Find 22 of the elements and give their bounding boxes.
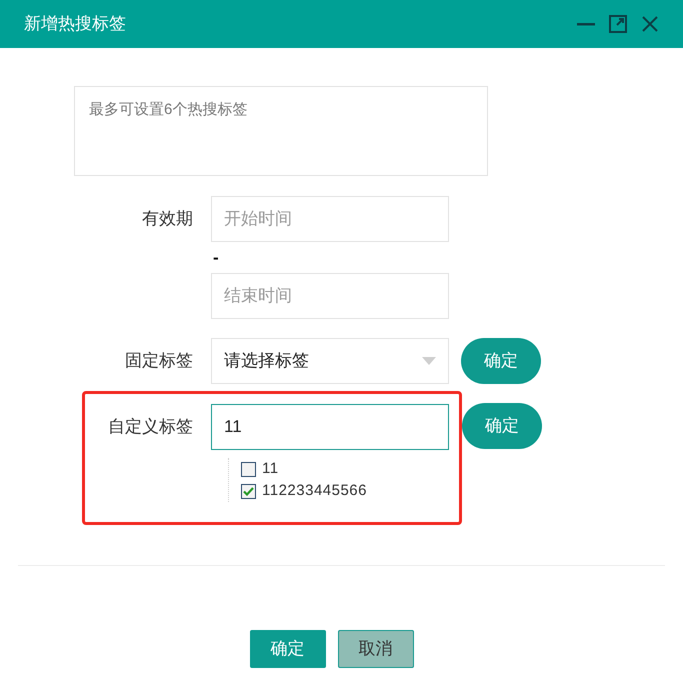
checkbox[interactable] (241, 484, 256, 498)
field-label: 固定标签 (124, 350, 193, 372)
tag-option-label[interactable]: 112233445566 (262, 480, 367, 502)
end-time-field[interactable]: 结束时间 (211, 273, 449, 319)
start-time-field[interactable]: 开始时间 (211, 196, 449, 242)
custom-tag-field[interactable]: 11 (211, 404, 449, 450)
dropdown-caret-icon (422, 357, 436, 365)
checkbox[interactable] (241, 462, 256, 476)
field-label: 自定义标签 (108, 416, 193, 438)
close-button[interactable] (641, 15, 659, 33)
maximize-button[interactable] (609, 15, 627, 33)
range-separator: - (212, 247, 220, 269)
window-title: 新增热搜标签 (24, 13, 126, 36)
cancel-button[interactable]: 取消 (338, 630, 414, 668)
maximize-icon (609, 15, 627, 33)
tag-select[interactable]: 请选择标签 (211, 338, 449, 384)
notice-textarea[interactable]: 最多可设置6个热搜标签 (74, 86, 488, 176)
tag-option-label[interactable]: 11 (262, 458, 279, 480)
minimize-icon (577, 22, 595, 26)
field-label: 有效期 (142, 208, 193, 230)
close-icon (642, 16, 658, 32)
check-icon (243, 486, 254, 496)
